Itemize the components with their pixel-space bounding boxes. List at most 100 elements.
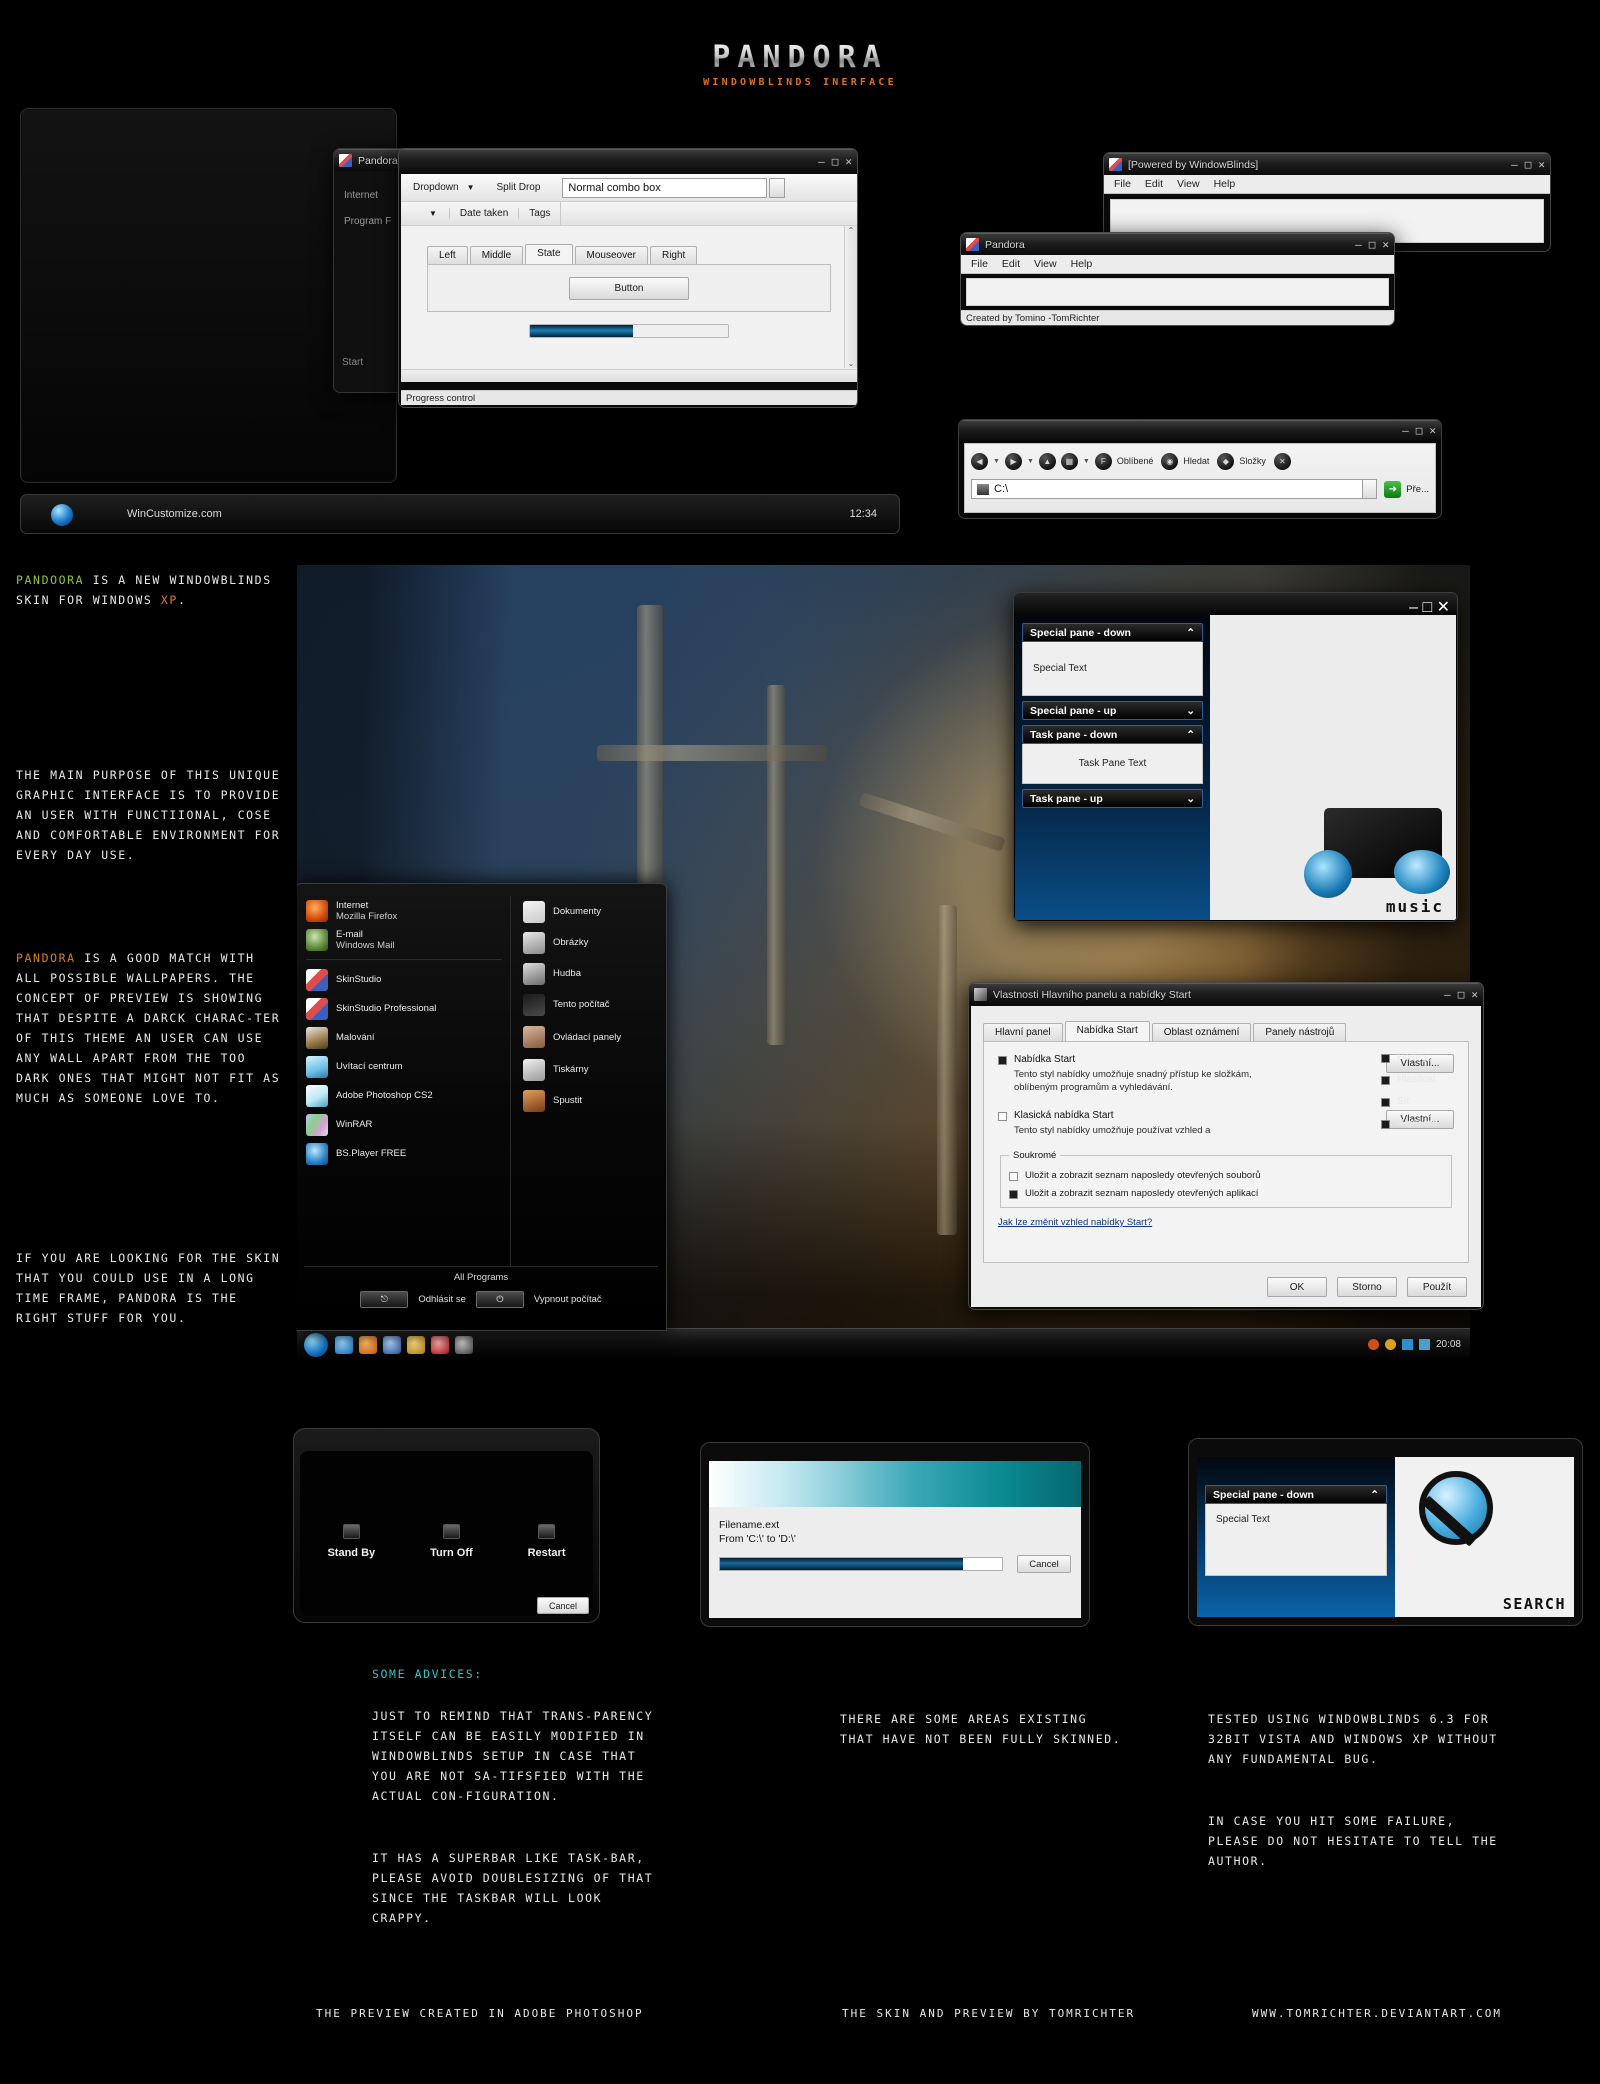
notification-item[interactable]: Hlasitost [1381, 1074, 1471, 1085]
task-pane-up-header[interactable]: Task pane - up ⌄ [1022, 789, 1203, 808]
menu-item-help[interactable]: Help [1071, 258, 1093, 270]
close-icon[interactable]: ✕ [1429, 425, 1436, 436]
check-recent-files[interactable] [1009, 1172, 1018, 1181]
scroll-up-icon[interactable]: ⌃ [845, 226, 857, 235]
maximize-icon[interactable]: □ [1458, 989, 1465, 1000]
all-programs-item[interactable]: All Programs [454, 1272, 508, 1283]
start-orb-icon[interactable] [51, 504, 73, 526]
views-dropdown-icon[interactable]: ▼ [1083, 458, 1090, 465]
go-label[interactable]: Pře... [1406, 484, 1429, 495]
window-controls[interactable]: – □ ✕ [1355, 239, 1389, 250]
maximize-icon[interactable]: □ [1369, 239, 1376, 250]
tray-icon-3[interactable] [1401, 1339, 1413, 1350]
wincustomize-bar[interactable]: WinCustomize.com 12:34 [20, 494, 900, 534]
forward-dropdown-icon[interactable]: ▼ [1027, 458, 1034, 465]
column-date-taken[interactable]: Date taken [448, 208, 518, 219]
state-tabs[interactable]: Left Middle State Mouseover Right [427, 244, 831, 264]
tab-left[interactable]: Left [427, 246, 468, 264]
minimize-icon[interactable]: – [818, 156, 825, 167]
shutdown-options[interactable]: Stand By Turn Off Restart [300, 1451, 593, 1616]
window-controls[interactable]: – □ ✕ [1402, 425, 1436, 436]
minimize-icon[interactable]: – [1402, 425, 1409, 436]
standby-icon[interactable] [342, 1524, 360, 1539]
notification-item[interactable]: Síť [1381, 1096, 1471, 1107]
start-menu-right-column[interactable]: Dokumenty Obrázky Hudba Tento počítač Ovláda… [511, 896, 651, 1266]
search-sidebar[interactable]: Special pane - down ⌃ Special Text [1197, 1457, 1395, 1617]
start-menu-item[interactable]: Uvítací centrum [306, 1052, 504, 1081]
widget-window-titlebar[interactable]: – □ ✕ [399, 149, 857, 173]
pandora-window-titlebar[interactable]: Pandora – □ ✕ [961, 233, 1394, 255]
minimize-icon[interactable]: – [1511, 159, 1518, 170]
notification-item[interactable]: Hodiny [1381, 1052, 1471, 1063]
menu-item-help[interactable]: Help [1214, 178, 1236, 190]
start-menu-item[interactable]: Adobe Photoshop CS2 [306, 1081, 504, 1110]
stop-icon[interactable]: ✕ [1273, 452, 1291, 470]
explorer-window[interactable]: – □ ✕ ◀ ▼ ▶ ▼ ▲ ▦ ▼ F Oblíbené ◉ Hledat … [958, 419, 1442, 519]
notification-checkbox[interactable] [1381, 1120, 1390, 1129]
props-tab-3[interactable]: Panely nástrojů [1253, 1023, 1347, 1041]
folders-label[interactable]: Složky [1239, 456, 1266, 466]
combo-box-arrow[interactable] [769, 177, 786, 198]
chevron-up-icon[interactable]: ⌃ [1186, 729, 1195, 741]
back-dropdown-icon[interactable]: ▼ [993, 458, 1000, 465]
close-icon[interactable]: ✕ [1437, 599, 1450, 616]
cancel-button[interactable]: Storno [1337, 1277, 1397, 1297]
search-label[interactable]: Hledat [1183, 456, 1209, 466]
widget-showcase-window[interactable]: – □ ✕ Dropdown ▼ Split Drop Normal combo… [398, 148, 858, 408]
taskbar-icon-2[interactable] [359, 1335, 377, 1354]
chevron-up-icon[interactable]: ⌃ [1370, 1489, 1379, 1501]
minimize-icon[interactable]: – [1355, 239, 1362, 250]
copy-progress-dialog[interactable]: Filename.ext From 'C:\' to 'D:\' Cancel [700, 1442, 1090, 1627]
address-bar[interactable]: C:\ [971, 479, 1364, 499]
start-menu-item[interactable]: Internet Mozilla Firefox [306, 896, 504, 925]
favorites-label[interactable]: Oblíbené [1117, 456, 1154, 466]
dropdown-button[interactable]: Dropdown ▼ [405, 180, 483, 195]
tab-right[interactable]: Right [649, 246, 698, 264]
start-orb-icon[interactable] [304, 1332, 328, 1357]
back-icon[interactable]: ◀ [971, 452, 988, 470]
notification-checkbox[interactable] [1381, 1054, 1390, 1063]
shutdown-label[interactable]: Vypnout počítač [534, 1294, 602, 1305]
shutdown-dialog[interactable]: Stand By Turn Off Restart Cancel [293, 1428, 600, 1623]
props-tab-0[interactable]: Hlavní panel [983, 1023, 1063, 1041]
notification-checkbox[interactable] [1381, 1098, 1390, 1107]
ok-button[interactable]: OK [1267, 1277, 1327, 1297]
tab-state[interactable]: State [525, 244, 573, 264]
go-icon[interactable]: ➜ [1384, 480, 1402, 498]
start-menu[interactable]: Internet Mozilla Firefox E-mail Windows Mai… [297, 883, 667, 1331]
close-icon[interactable]: ✕ [1538, 159, 1545, 170]
apply-button[interactable]: Použít [1407, 1277, 1467, 1297]
folders-icon[interactable]: ◆ [1217, 452, 1235, 470]
horizontal-scrollbar[interactable] [401, 369, 857, 382]
notification-items-list[interactable]: Hodiny Hlasitost Síť Napájení [1381, 1052, 1471, 1140]
sort-chevron-icon[interactable]: ▼ [429, 209, 437, 218]
props-tab-2[interactable]: Oblast oznámení [1151, 1023, 1252, 1041]
start-menu-left-column[interactable]: Internet Mozilla Firefox E-mail Windows Mai… [306, 896, 511, 1266]
pandora-menubar[interactable]: File Edit View Help [961, 255, 1394, 274]
window-controls[interactable]: – □ ✕ [1511, 159, 1545, 170]
turnoff-icon[interactable] [442, 1524, 460, 1539]
forward-icon[interactable]: ▶ [1004, 452, 1022, 470]
panes-showcase-window[interactable]: – □ ✕ Special pane - down ⌃ Special Text… [1013, 592, 1458, 922]
start-menu-item[interactable]: SkinStudio Professional [306, 994, 504, 1023]
start-menu-item[interactable]: BS.Player FREE [306, 1139, 504, 1168]
taskbar-icon-1[interactable] [335, 1335, 353, 1354]
restart-icon[interactable] [538, 1524, 556, 1539]
chevron-down-icon[interactable]: ⌄ [1186, 705, 1195, 717]
system-tray[interactable]: 20:08 [1367, 1339, 1470, 1350]
tray-icon-2[interactable] [1384, 1339, 1396, 1350]
start-menu-item[interactable]: Malování [306, 1023, 504, 1052]
tray-icon-4[interactable] [1418, 1339, 1430, 1350]
window-controls[interactable]: – □ ✕ [1409, 597, 1450, 617]
split-drop-button[interactable]: Split Drop [489, 180, 549, 195]
notification-item[interactable]: Napájení [1381, 1118, 1471, 1129]
start-menu-folder-item[interactable]: Tento počítač [523, 989, 651, 1020]
taskbar-icon-3[interactable] [383, 1335, 401, 1354]
menu-item-view[interactable]: View [1034, 258, 1057, 270]
window-controls[interactable]: – □ ✕ [1444, 989, 1478, 1000]
start-menu-folder-item[interactable]: Obrázky [523, 927, 651, 958]
minimize-icon[interactable]: – [1409, 599, 1418, 616]
search-pane-header[interactable]: Special pane - down ⌃ [1205, 1485, 1387, 1504]
classic-start-menu-radio[interactable] [998, 1112, 1007, 1121]
start-menu-footer[interactable]: All Programs ⎋ Odhlásit se ⏻ Vypnout poč… [304, 1266, 658, 1326]
